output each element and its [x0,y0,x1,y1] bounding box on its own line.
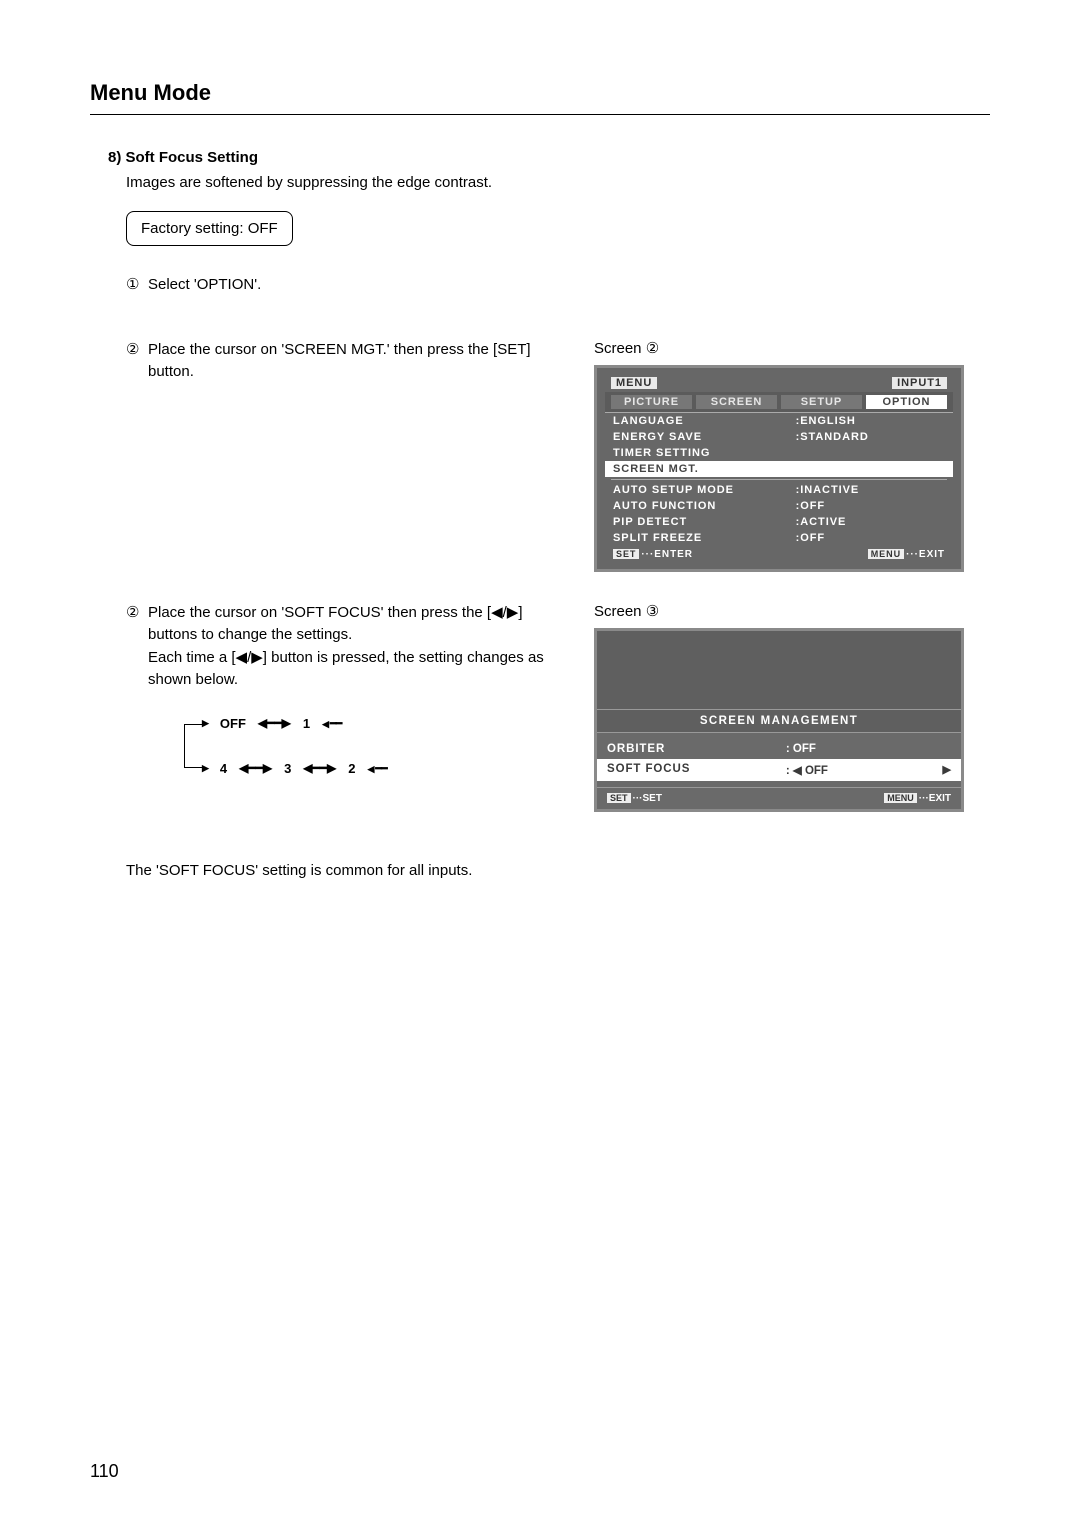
cycle-2: 2 [348,761,355,776]
osd2-top-left: MENU [611,377,657,389]
tab-setup: SETUP [781,395,862,409]
osd2-footer: SET···ENTER MENU···EXIT [605,546,953,563]
page-number: 110 [90,1461,119,1482]
bidir-arrow-icon: ◀━━▶ [258,716,291,730]
osd3-footer-right-chip: MENU [884,793,917,803]
step-2: ② Place the cursor on 'SCREEN MGT.' then… [126,339,568,384]
screen-3-label: Screen ③ [594,602,990,620]
step-3: ② Place the cursor on 'SOFT FOCUS' then … [126,602,568,692]
cycle-diagram: OFF ◀━━▶ 1 ━━ 4 ◀━━▶ 3 ◀━━▶ 2 ━━ [166,714,426,778]
arrow-right-icon [202,762,208,774]
osd2-row-label: TIMER SETTING [613,447,796,459]
osd2-row-label: SCREEN MGT. [613,463,796,475]
step-1-number: ① [126,274,148,297]
tab-picture: PICTURE [611,395,692,409]
step-2-text: Place the cursor on 'SCREEN MGT.' then p… [148,339,568,384]
osd2-row-label: PIP DETECT [613,516,796,528]
step-3-text-a: Place the cursor on 'SOFT FOCUS' then pr… [148,602,568,647]
factory-setting-box: Factory setting: OFF [126,211,293,246]
osd3-orbiter-label: ORBITER [607,743,786,755]
osd2-row-value [796,447,945,459]
osd2-tabs: PICTURE SCREEN SETUP OPTION [605,392,953,413]
tab-screen: SCREEN [696,395,777,409]
osd2-row: AUTO SETUP MODE:INACTIVE [605,482,953,498]
osd2-footer-left-chip: SET [613,549,639,559]
step-3-text-b: Each time a [◀/▶] button is pressed, the… [148,647,568,692]
osd3-row-softfocus: SOFT FOCUS : ◀ OFF ▶ [597,759,961,781]
section-intro: Images are softened by suppressing the e… [126,172,990,193]
osd2-row-label: AUTO SETUP MODE [613,484,796,496]
osd2-footer-left: ···ENTER [641,549,693,560]
osd2-top-right: INPUT1 [892,377,947,389]
osd2-row-value: :OFF [796,532,945,544]
step-3-number: ② [126,602,148,692]
osd2-footer-right-chip: MENU [868,549,904,559]
osd2-row-label: AUTO FUNCTION [613,500,796,512]
step-2-number: ② [126,339,148,384]
osd3-footer-left-chip: SET [607,793,631,803]
osd2-row-value: :INACTIVE [796,484,945,496]
osd2-row-value: :OFF [796,500,945,512]
triangle-right-icon: ▶ [943,763,951,777]
osd2-row: SCREEN MGT. [605,461,953,477]
osd2-row-value: :STANDARD [796,431,945,443]
bidir-arrow-icon: ◀━━▶ [303,761,336,775]
footnote: The 'SOFT FOCUS' setting is common for a… [126,862,990,879]
step-1-text: Select 'OPTION'. [148,274,990,297]
osd2-row: LANGUAGE:ENGLISH [605,413,953,429]
osd3-softfocus-label: SOFT FOCUS [607,763,786,777]
osd3-orbiter-value: : OFF [786,743,951,755]
osd2-row: AUTO FUNCTION:OFF [605,498,953,514]
osd2-row-label: SPLIT FREEZE [613,532,796,544]
arrow-right-icon [202,717,208,729]
tab-option: OPTION [866,395,947,409]
screen-2-label: Screen ② [594,339,990,357]
page-title: Menu Mode [90,80,990,115]
osd3-title: SCREEN MANAGEMENT [597,709,961,733]
cycle-off: OFF [220,716,246,731]
osd3-row-orbiter: ORBITER : OFF [597,739,961,759]
osd2-row-label: ENERGY SAVE [613,431,796,443]
section-heading: 8) Soft Focus Setting [108,149,990,166]
osd3-footer-right: ···EXIT [919,793,951,804]
cycle-4: 4 [220,761,227,776]
bidir-arrow-icon: ◀━━▶ [239,761,272,775]
osd3-softfocus-value: : ◀ OFF [786,763,943,777]
osd2-row-value: :ENGLISH [796,415,945,427]
osd2-row: SPLIT FREEZE:OFF [605,530,953,546]
step-1: ① Select 'OPTION'. [126,274,990,297]
arrow-left-icon: ━━ [322,717,341,730]
osd-screen-3: SCREEN MANAGEMENT ORBITER : OFF SOFT FOC… [594,628,964,812]
osd2-row-label: LANGUAGE [613,415,796,427]
osd2-row: TIMER SETTING [605,445,953,461]
osd2-row-value [796,463,945,475]
cycle-3: 3 [284,761,291,776]
osd2-row: ENERGY SAVE:STANDARD [605,429,953,445]
osd3-footer-left: ···SET [633,793,662,804]
osd-screen-2: MENU INPUT1 PICTURE SCREEN SETUP OPTION … [594,365,964,572]
osd2-row: PIP DETECT:ACTIVE [605,514,953,530]
osd3-footer: SET···SET MENU···EXIT [597,787,961,809]
osd2-footer-right: ···EXIT [906,549,945,560]
arrow-left-icon: ━━ [367,762,386,775]
osd2-row-value: :ACTIVE [796,516,945,528]
cycle-1: 1 [303,716,310,731]
